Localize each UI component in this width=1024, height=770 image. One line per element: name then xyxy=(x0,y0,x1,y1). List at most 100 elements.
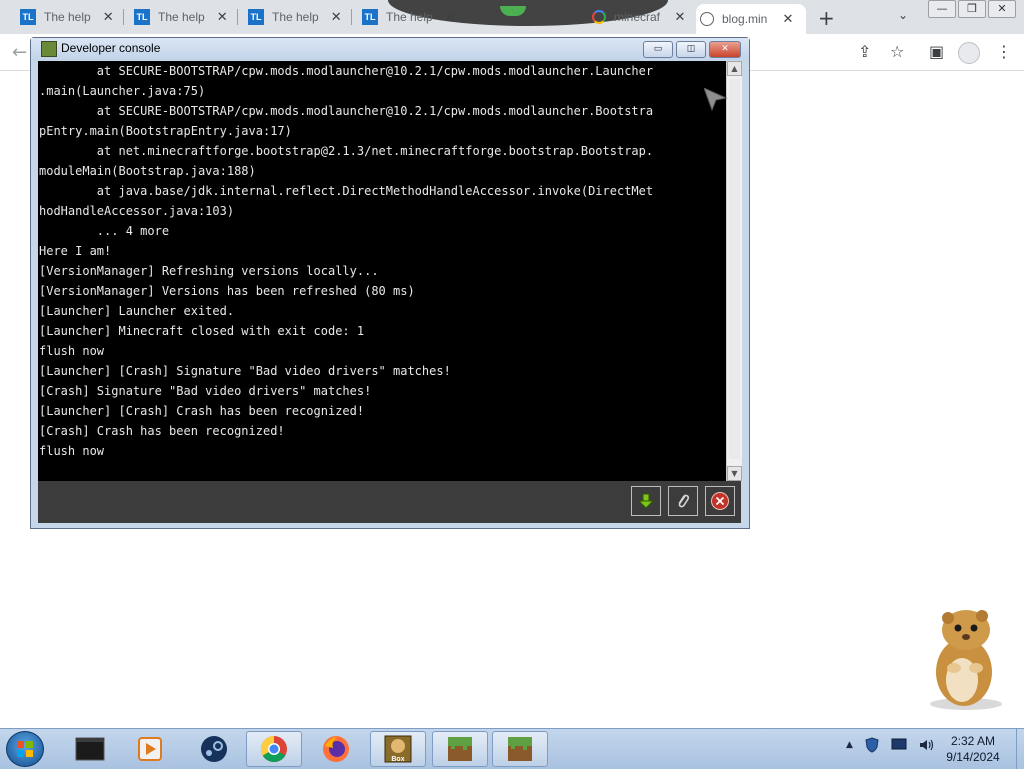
steam-icon xyxy=(201,736,227,762)
console-log-output[interactable]: at SECURE-BOOTSTRAP/cpw.mods.modlauncher… xyxy=(38,61,726,481)
tab-divider xyxy=(237,9,238,25)
share-icon[interactable]: ⇪ xyxy=(858,42,871,61)
console-log-line: pEntry.main(BootstrapEntry.java:17) xyxy=(39,124,292,138)
close-window-button[interactable]: ✕ xyxy=(988,0,1016,18)
taskbar-firefox-button[interactable] xyxy=(308,731,364,767)
paperclip-icon xyxy=(678,494,690,508)
system-tray: ▲ xyxy=(846,737,935,753)
profile-avatar-icon[interactable] xyxy=(958,42,980,64)
console-minimize-button[interactable]: ▭ xyxy=(643,41,673,58)
mouse-pointer-icon xyxy=(704,88,728,112)
console-log-line: .main(Launcher.java:75) xyxy=(39,84,206,98)
windows-logo-icon xyxy=(17,741,33,757)
volume-icon[interactable] xyxy=(919,738,935,752)
console-log-line: moduleMain(Bootstrap.java:188) xyxy=(39,164,256,178)
new-tab-button[interactable]: + xyxy=(818,6,835,30)
scroll-thumb[interactable] xyxy=(729,79,740,459)
firefox-icon xyxy=(323,736,349,762)
minecraft-grass-block-icon xyxy=(448,737,472,761)
taskbar-media-player-button[interactable] xyxy=(122,731,178,767)
taskbar-minecraft-button[interactable] xyxy=(432,731,488,767)
clock-time: 2:32 AM xyxy=(950,734,996,748)
shield-icon[interactable] xyxy=(865,737,879,753)
tab-close-icon[interactable]: ✕ xyxy=(442,9,458,25)
taskbar-steam-button[interactable] xyxy=(186,731,242,767)
taskbar-minecraft-button[interactable] xyxy=(492,731,548,767)
console-title: Developer console xyxy=(61,41,161,55)
windows-taskbar: Box ▲ 2:32 AM 9/14/2024 xyxy=(0,728,1024,769)
tab-close-icon[interactable]: ✕ xyxy=(328,9,344,25)
tab-close-icon[interactable]: ✕ xyxy=(780,11,796,27)
tl-favicon-icon: TL xyxy=(362,9,378,25)
tab-close-icon[interactable]: ✕ xyxy=(672,9,688,25)
tab-close-icon[interactable]: ✕ xyxy=(214,9,230,25)
tab-search-button[interactable]: ⌄ xyxy=(898,8,908,22)
taskbar-chrome-button[interactable] xyxy=(246,731,302,767)
tl-favicon-icon: TL xyxy=(248,9,264,25)
browser-menu-icon[interactable]: ⋮ xyxy=(996,42,1012,61)
taskbar-tlauncher-button[interactable]: Box xyxy=(370,731,426,767)
download-log-button[interactable] xyxy=(631,486,661,516)
tlauncher-box-icon: Box xyxy=(384,735,412,763)
browser-window-controls: — ❐ ✕ xyxy=(928,0,1018,18)
close-console-button[interactable] xyxy=(705,486,735,516)
minecraft-grass-block-icon xyxy=(508,737,532,761)
red-close-icon xyxy=(711,492,729,510)
scroll-down-arrow-icon[interactable]: ▼ xyxy=(727,466,742,481)
console-log-line: ... 4 more xyxy=(39,224,170,238)
globe-icon xyxy=(700,12,714,26)
minimize-window-button[interactable]: — xyxy=(928,0,956,18)
tab-title: The help xyxy=(386,10,433,24)
console-maximize-button[interactable]: ◫ xyxy=(676,41,706,58)
clock-date: 9/14/2024 xyxy=(946,750,1000,764)
side-panel-icon[interactable]: ▣ xyxy=(929,42,944,61)
monitor-icon[interactable] xyxy=(891,738,907,752)
console-log-line: [Launcher] [Crash] Signature "Bad video … xyxy=(39,364,451,378)
tab-title: The help xyxy=(158,10,205,24)
taskbar-clock[interactable]: 2:32 AM 9/14/2024 xyxy=(935,733,1011,765)
browser-tab[interactable]: TL The help ✕ xyxy=(358,4,458,30)
back-button[interactable]: ← xyxy=(12,42,27,63)
console-log-line: [Launcher] [Crash] Crash has been recogn… xyxy=(39,404,365,418)
scroll-up-arrow-icon[interactable]: ▲ xyxy=(727,61,742,76)
media-player-icon xyxy=(138,737,162,761)
browser-tab[interactable]: TL The help ✕ xyxy=(244,4,344,30)
console-log-line: at SECURE-BOOTSTRAP/cpw.mods.modlauncher… xyxy=(39,104,654,118)
tab-divider xyxy=(351,9,352,25)
tl-favicon-icon: TL xyxy=(20,9,36,25)
console-close-button[interactable]: ✕ xyxy=(709,41,741,58)
box-label: Box xyxy=(391,756,404,763)
browser-tab-strip: TL The help ✕ TL The help ✕ TL The help … xyxy=(0,0,1024,34)
taskbar-terminal-button[interactable] xyxy=(62,731,118,767)
show-desktop-button[interactable] xyxy=(1016,729,1024,769)
tab-title: minecraf xyxy=(614,10,661,24)
console-log-line: at SECURE-BOOTSTRAP/cpw.mods.modlauncher… xyxy=(39,64,654,78)
hamster-mascot-image xyxy=(930,610,1002,710)
console-footer xyxy=(38,481,741,523)
console-scrollbar[interactable]: ▲ ▼ xyxy=(726,61,742,481)
bookmark-star-icon[interactable]: ☆ xyxy=(890,42,904,61)
restore-window-button[interactable]: ❐ xyxy=(958,0,986,18)
console-log-line: [Crash] Signature "Bad video drivers" ma… xyxy=(39,384,372,398)
browser-tab[interactable]: minecraf ✕ xyxy=(588,4,688,30)
attach-log-button[interactable] xyxy=(668,486,698,516)
minecraft-block-icon xyxy=(41,41,57,57)
console-log-line: hodHandleAccessor.java:103) xyxy=(39,204,235,218)
show-hidden-icons-arrow[interactable]: ▲ xyxy=(846,740,853,750)
browser-tab-active[interactable]: blog.min ✕ xyxy=(696,4,806,34)
console-titlebar[interactable]: Developer console ▭ ◫ ✕ xyxy=(31,38,749,60)
console-log-line: flush now xyxy=(39,344,105,358)
tab-title: The help xyxy=(44,10,91,24)
console-log-line: Here I am! xyxy=(39,244,112,258)
tab-close-icon[interactable]: ✕ xyxy=(100,9,116,25)
browser-tab[interactable]: TL The help ✕ xyxy=(130,4,230,30)
console-log-line: [Launcher] Launcher exited. xyxy=(39,304,235,318)
browser-tab[interactable]: TL The help ✕ xyxy=(16,4,116,30)
console-log-line: flush now xyxy=(39,444,105,458)
google-icon xyxy=(592,10,606,24)
tab-divider xyxy=(123,9,124,25)
start-button[interactable] xyxy=(6,731,44,767)
tab-title: The help xyxy=(272,10,319,24)
tab-title: blog.min xyxy=(722,12,768,26)
console-log-line: [VersionManager] Versions has been refre… xyxy=(39,284,415,298)
